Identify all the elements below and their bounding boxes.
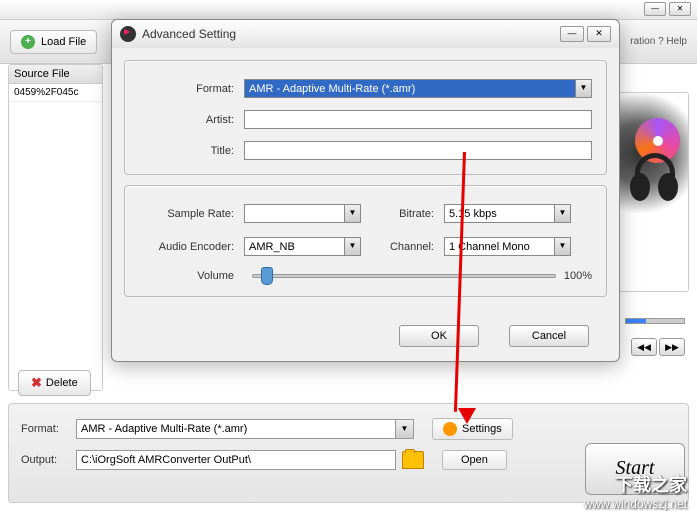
watermark-line1: 下载之家 [584, 475, 687, 497]
output-label: Output: [21, 454, 76, 466]
sample-rate-select[interactable] [244, 204, 344, 223]
media-controls: ◀◀ ▶▶ [631, 338, 685, 356]
format-select[interactable] [244, 79, 575, 98]
settings-button[interactable]: Settings [432, 418, 513, 440]
cancel-button[interactable]: Cancel [509, 325, 589, 347]
source-file-header: Source File [9, 65, 102, 84]
meta-group: Format: ▼ Artist: Title: [124, 60, 607, 175]
channel-dropdown[interactable]: ▼ [554, 237, 571, 256]
dialog-minimize-button[interactable]: — [560, 26, 584, 42]
format-combo[interactable] [76, 419, 396, 439]
load-file-label: Load File [41, 36, 86, 48]
load-file-button[interactable]: + Load File [10, 30, 97, 54]
ration-link[interactable]: ration [630, 36, 655, 47]
help-area: ration ? Help [630, 36, 687, 47]
output-field[interactable] [76, 450, 396, 470]
delete-label: Delete [46, 377, 78, 389]
headphones-icon [625, 153, 688, 233]
dialog-titlebar[interactable]: Advanced Setting — ✕ [112, 20, 619, 48]
audio-encoder-label: Audio Encoder: [139, 241, 244, 253]
main-close-button[interactable]: ✕ [669, 2, 691, 16]
sample-rate-dropdown[interactable]: ▼ [344, 204, 361, 223]
sample-rate-label: Sample Rate: [139, 208, 244, 220]
artist-label: Artist: [139, 114, 244, 126]
app-icon [120, 26, 136, 42]
volume-slider[interactable] [252, 274, 556, 278]
ok-button[interactable]: OK [399, 325, 479, 347]
channel-label: Channel: [364, 241, 444, 253]
preview-image [620, 93, 688, 243]
plus-icon: + [21, 35, 35, 49]
delete-icon: ✖ [31, 375, 42, 391]
dialog-close-button[interactable]: ✕ [587, 26, 611, 42]
format-label-dlg: Format: [139, 83, 244, 95]
format-dropdown-btn[interactable]: ▼ [575, 79, 592, 98]
bitrate-label: Bitrate: [364, 208, 444, 220]
open-button[interactable]: Open [442, 450, 507, 470]
prev-button[interactable]: ◀◀ [631, 338, 657, 356]
file-row[interactable]: 0459%2F045c [9, 84, 102, 102]
audio-encoder-dropdown[interactable]: ▼ [344, 237, 361, 256]
help-link[interactable]: Help [666, 36, 687, 47]
bitrate-dropdown[interactable]: ▼ [554, 204, 571, 223]
bitrate-select[interactable] [444, 204, 554, 223]
dialog-title: Advanced Setting [142, 27, 236, 41]
volume-thumb[interactable] [261, 267, 273, 285]
browse-folder-icon[interactable] [402, 451, 424, 469]
main-minimize-button[interactable]: — [644, 2, 666, 16]
format-dropdown-icon[interactable]: ▼ [396, 419, 414, 439]
audio-encoder-select[interactable] [244, 237, 344, 256]
progress-bar[interactable] [625, 318, 685, 324]
next-button[interactable]: ▶▶ [659, 338, 685, 356]
volume-label: Volume [139, 270, 244, 282]
channel-select[interactable] [444, 237, 554, 256]
settings-label: Settings [462, 423, 502, 435]
gear-icon [443, 422, 457, 436]
main-titlebar: — ✕ [0, 0, 697, 20]
title-label: Title: [139, 145, 244, 157]
delete-button[interactable]: ✖ Delete [18, 370, 91, 396]
volume-percent: 100% [564, 270, 592, 282]
source-file-panel: Source File 0459%2F045c [8, 64, 103, 391]
format-label: Format: [21, 423, 76, 435]
advanced-setting-dialog: Advanced Setting — ✕ Format: ▼ Artist: T… [111, 19, 620, 362]
watermark-line2: www.windowszj.net [584, 497, 687, 511]
title-input[interactable] [244, 141, 592, 160]
preview-panel [619, 92, 689, 292]
artist-input[interactable] [244, 110, 592, 129]
audio-group: Sample Rate: ▼ Bitrate: ▼ Audio Encoder:… [124, 185, 607, 297]
watermark: 下载之家 www.windowszj.net [584, 475, 687, 511]
